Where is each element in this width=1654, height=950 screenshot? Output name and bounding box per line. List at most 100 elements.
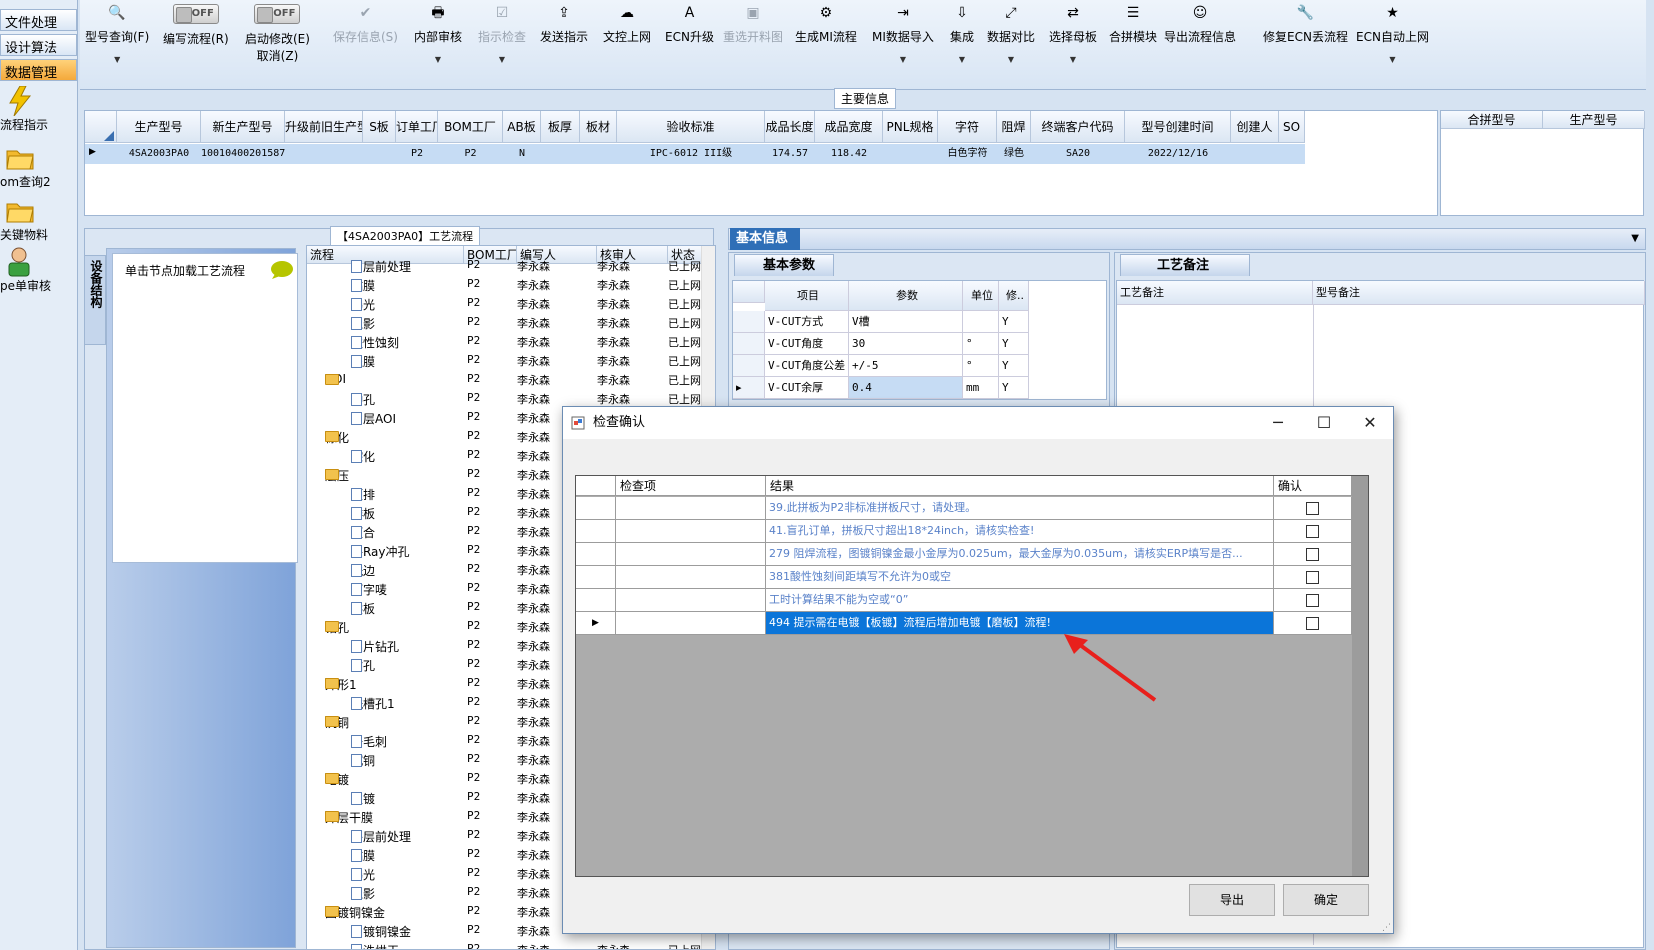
chevron-down-icon[interactable]: ▼: [1356, 55, 1429, 64]
column-header[interactable]: 修..: [999, 281, 1029, 311]
column-header[interactable]: 创建人: [1231, 111, 1279, 143]
check-result[interactable]: 工时计算结果不能为空或“0”: [766, 589, 1274, 612]
check-row[interactable]: 41.盲孔订单，拼板尺寸超出18*24inch，请核实检查!: [576, 520, 1352, 543]
rail-tool-om-query[interactable]: om查询2: [0, 143, 77, 190]
tree-node[interactable]: −电镀: [325, 771, 349, 788]
chevron-down-icon[interactable]: ▼: [1049, 55, 1097, 64]
column-header[interactable]: 生产型号: [117, 111, 201, 143]
tab-basic-params[interactable]: 基本参数: [734, 254, 834, 276]
tree-node[interactable]: 板镀: [351, 790, 375, 807]
param-cell[interactable]: V槽: [849, 311, 963, 333]
column-header[interactable]: BOM工厂: [438, 111, 503, 143]
chevron-down-icon[interactable]: ▼: [872, 55, 934, 64]
minimize-icon[interactable]: ─: [1255, 407, 1301, 439]
tree-node[interactable]: 排板: [351, 505, 375, 522]
toolbar-button-5[interactable]: ☑ 指示检查 ▼: [478, 4, 526, 64]
tree-node[interactable]: 铝片钻孔: [351, 638, 399, 655]
tree-row[interactable]: −AOI P2 李永森 李永森 已上网: [307, 370, 715, 389]
confirm-checkbox[interactable]: [1306, 548, 1319, 561]
tab-device-structure[interactable]: 设备结构: [84, 255, 106, 345]
tree-node[interactable]: −钻孔: [325, 619, 349, 636]
export-button[interactable]: 导出: [1189, 884, 1275, 916]
tree-row[interactable]: 内层前处理 P2 李永森 李永森 已上网: [307, 256, 715, 275]
tree-row[interactable]: 酸性蚀刻 P2 李永森 李永森 已上网: [307, 332, 715, 351]
rail-tool-key-material[interactable]: 关键物料: [0, 196, 77, 243]
toolbar-button-0[interactable]: 🔍 型号查询(F) ▼: [85, 4, 149, 64]
confirm-checkbox[interactable]: [1306, 594, 1319, 607]
maximize-icon[interactable]: ☐: [1301, 407, 1347, 439]
row-header[interactable]: [733, 355, 765, 377]
check-row[interactable]: 279 阻焊流程，图镀铜镍金最小金厚为0.025um，最大金厚为0.035um，…: [576, 543, 1352, 566]
tree-node[interactable]: 棕化: [351, 448, 375, 465]
toolbar-button-2[interactable]: OFF 启动修改(E) 取消(Z): [245, 4, 310, 64]
rail-button-design[interactable]: 设计算法: [0, 34, 77, 56]
param-cell[interactable]: 30: [849, 333, 963, 355]
tree-row[interactable]: 显影 P2 李永森 李永森 已上网: [307, 313, 715, 332]
tree-node[interactable]: 烘板: [351, 600, 375, 617]
confirm-checkbox[interactable]: [1306, 571, 1319, 584]
close-icon[interactable]: ✕: [1347, 407, 1393, 439]
column-header[interactable]: 升级前旧生产型号: [285, 111, 363, 143]
toolbar-button-7[interactable]: ☁ 文控上网: [603, 4, 651, 45]
row-header[interactable]: [576, 589, 616, 612]
chevron-down-icon[interactable]: ▼: [414, 55, 462, 64]
tree-node[interactable]: 酸性蚀刻: [351, 334, 399, 351]
resize-grip-icon[interactable]: ⋰: [1382, 923, 1391, 933]
tree-node[interactable]: 预排: [351, 486, 375, 503]
tree-node[interactable]: 铣槽孔1: [351, 695, 395, 712]
toolbar-button-1[interactable]: OFF 编写流程(R): [163, 4, 229, 47]
toolbar-button-17[interactable]: 🔧 修复ECN丢流程: [1263, 4, 1348, 45]
row-header[interactable]: [576, 543, 616, 566]
row-header[interactable]: [576, 497, 616, 520]
tree-node[interactable]: 内层AOI: [351, 410, 396, 427]
rail-tool-pe-audit[interactable]: pe单审核: [0, 247, 77, 294]
toolbar-button-3[interactable]: ✔ 保存信息(S): [333, 4, 398, 45]
row-header[interactable]: [733, 333, 765, 355]
ok-button[interactable]: 确定: [1283, 884, 1369, 916]
tab-process-notes[interactable]: 工艺备注: [1120, 254, 1250, 276]
check-result[interactable]: 279 阻焊流程，图镀铜镍金最小金厚为0.025um，最大金厚为0.035um，…: [766, 543, 1274, 566]
column-header[interactable]: 工艺备注: [1117, 281, 1313, 305]
tree-node[interactable]: 显影: [351, 315, 375, 332]
column-header[interactable]: 验收标准: [617, 111, 765, 143]
check-result[interactable]: 381酸性蚀刻间距填写不允许为0或空: [766, 566, 1274, 589]
tree-row[interactable]: 贴膜 P2 李永森 李永森 已上网: [307, 275, 715, 294]
row-header[interactable]: ▸: [733, 377, 765, 399]
check-result[interactable]: 41.盲孔订单，拼板尺寸超出18*24inch，请核实检查!: [766, 520, 1274, 543]
tree-node[interactable]: −外形1: [325, 676, 357, 693]
tree-node[interactable]: 曝光: [351, 296, 375, 313]
toolbar-button-14[interactable]: ⇄ 选择母板 ▼: [1049, 4, 1097, 64]
column-header[interactable]: 结果: [766, 476, 1274, 496]
check-result[interactable]: 39.此拼板为P2非标准拼板尺寸，请处理。: [766, 497, 1274, 520]
toolbar-button-9[interactable]: ▣ 重选开料图: [723, 4, 783, 45]
column-header[interactable]: 阻焊: [997, 111, 1031, 143]
toolbar-button-15[interactable]: ☰ 合拼模块: [1109, 4, 1157, 45]
column-header[interactable]: 板材: [580, 111, 617, 143]
column-header[interactable]: 生产型号: [1543, 111, 1645, 129]
param-cell[interactable]: 0.4: [849, 377, 963, 399]
chevron-down-icon[interactable]: ▼: [478, 55, 526, 64]
tree-node[interactable]: −沉铜: [325, 714, 349, 731]
toggle-switch[interactable]: OFF: [254, 4, 301, 24]
rail-button-data-management[interactable]: 数据管理: [0, 59, 77, 81]
column-header[interactable]: 成品长度: [765, 111, 815, 143]
column-header[interactable]: 成品宽度: [815, 111, 883, 143]
tree-row[interactable]: 水洗烘干 P2 李永森 李永森 已上网: [307, 940, 715, 949]
rail-button-file[interactable]: 文件处理: [0, 9, 77, 31]
tree-row[interactable]: 曝光 P2 李永森 李永森 已上网: [307, 294, 715, 313]
column-header[interactable]: 订单工厂: [396, 111, 438, 143]
toolbar-button-6[interactable]: ⇪ 发送指示: [540, 4, 588, 45]
chevron-down-icon[interactable]: ▼: [85, 55, 149, 64]
tree-node[interactable]: 冲孔: [351, 391, 375, 408]
tree-node[interactable]: 压合: [351, 524, 375, 541]
row-header[interactable]: ▶: [576, 612, 616, 635]
column-header[interactable]: 型号创建时间: [1125, 111, 1231, 143]
check-row[interactable]: ▶ 494 提示需在电镀【板镀】流程后增加电镀【磨板】流程!: [576, 612, 1352, 635]
toolbar-button-12[interactable]: ⇩ 集成 ▼: [950, 4, 974, 64]
column-header[interactable]: 项目: [765, 281, 849, 311]
rail-tool-flow-indication[interactable]: 流程指示: [0, 86, 77, 133]
tree-node[interactable]: 曝光: [351, 866, 375, 883]
tree-node[interactable]: −外层干膜: [325, 809, 373, 826]
column-header[interactable]: SO: [1279, 111, 1305, 143]
tree-node[interactable]: X-Ray冲孔: [351, 543, 409, 560]
